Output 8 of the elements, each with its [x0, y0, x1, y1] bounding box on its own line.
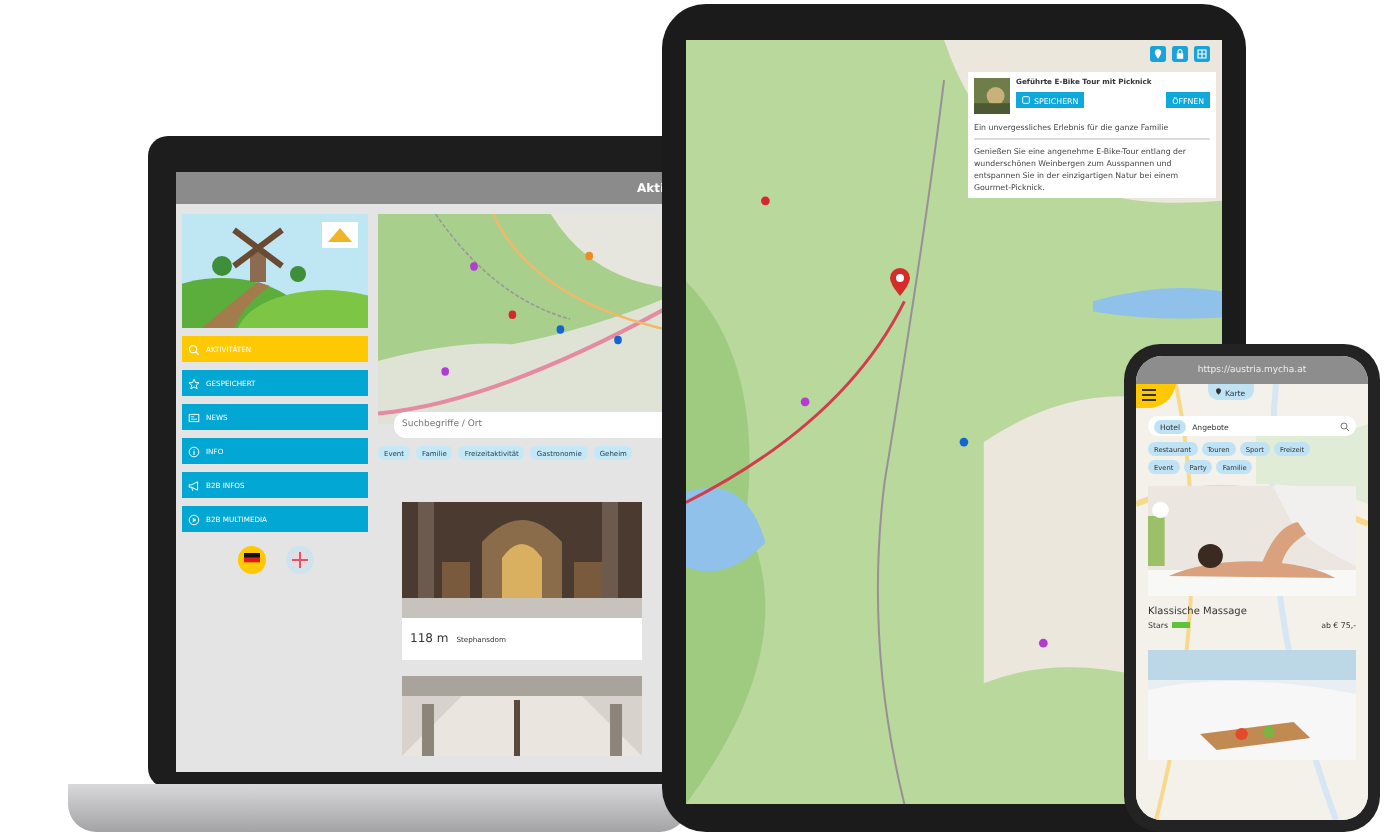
british-flag-icon[interactable]	[285, 546, 313, 574]
menu-item-icon	[188, 377, 200, 389]
german-flag-icon[interactable]	[237, 546, 265, 574]
menu-item-icon	[188, 411, 200, 423]
menu-item-icon	[188, 343, 200, 355]
menu-item-icon	[188, 445, 200, 457]
menu-item-icon	[188, 513, 200, 525]
menu-item-icon	[188, 479, 200, 491]
